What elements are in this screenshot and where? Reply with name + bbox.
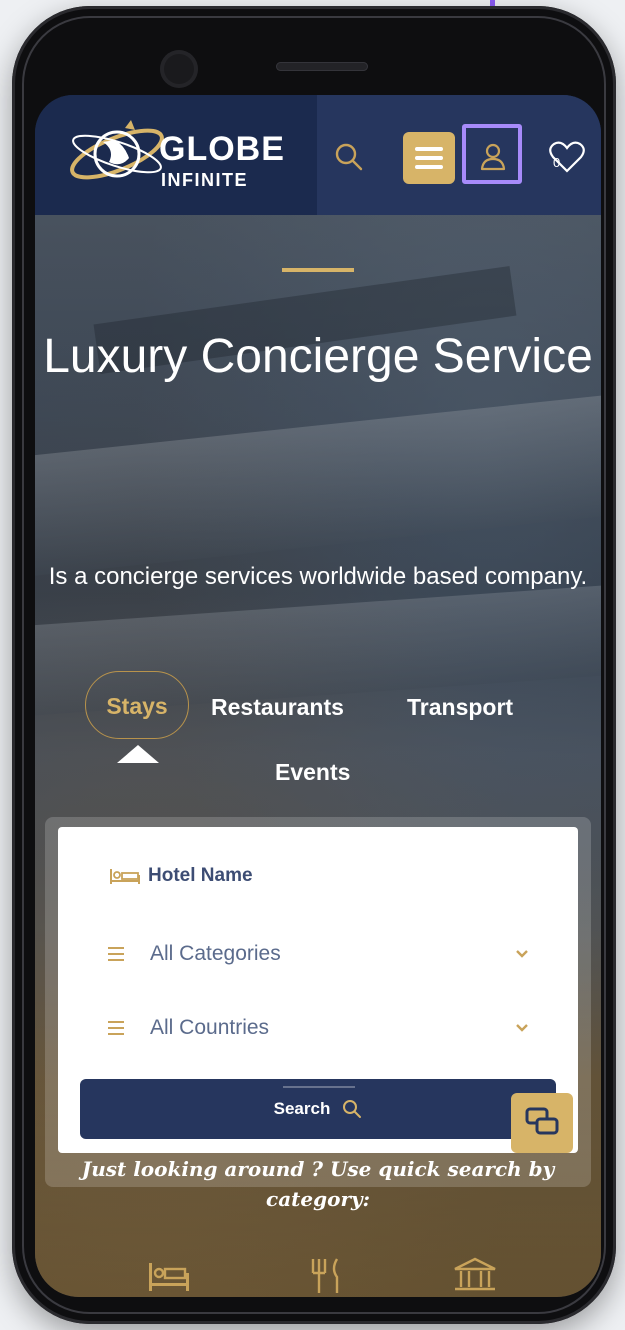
hotel-name-field[interactable]: Hotel Name [108, 861, 253, 891]
category-select[interactable]: All Categories [108, 939, 528, 969]
search-button[interactable]: Search [80, 1079, 556, 1139]
list-icon [108, 947, 124, 961]
country-select[interactable]: All Countries [108, 1013, 528, 1043]
country-select-value: All Countries [150, 1016, 270, 1039]
quick-search-prompt: Just looking around ? Use quick search b… [81, 1157, 555, 1211]
front-camera [160, 50, 198, 88]
hero-section: Luxury Concierge Service Is a concierge … [35, 215, 601, 1297]
menu-bar [415, 147, 443, 151]
hero-subtitle: Is a concierge services worldwide based … [48, 563, 588, 590]
search-icon [343, 1100, 362, 1118]
list-icon [108, 1021, 124, 1035]
chevron-down-icon [516, 1024, 528, 1032]
bed-icon[interactable] [145, 1255, 193, 1295]
restaurant-icon[interactable] [303, 1255, 351, 1295]
section-divider [283, 1086, 355, 1088]
hamburger-menu-button[interactable] [403, 132, 455, 184]
brand-logo[interactable]: GLOBE INFINITE [65, 110, 295, 200]
category-select-value: All Categories [150, 942, 281, 965]
title-accent-bar [282, 268, 354, 272]
active-tab-pointer [117, 745, 159, 763]
heart-icon[interactable]: 0 [547, 139, 587, 175]
brand-name-line2: INFINITE [161, 170, 248, 190]
bed-icon [110, 869, 140, 884]
menu-bar [415, 156, 443, 160]
hotel-name-label: Hotel Name [148, 865, 253, 886]
callout-highlight [462, 124, 522, 184]
tab-transport[interactable]: Transport [407, 687, 513, 727]
search-button-label: Search [273, 1099, 331, 1118]
tab-events[interactable]: Events [275, 755, 350, 789]
tab-stays[interactable]: Stays [85, 671, 189, 739]
hero-title: Luxury Concierge Service [43, 330, 593, 383]
landmark-icon[interactable] [451, 1255, 499, 1295]
chat-button[interactable] [511, 1093, 573, 1153]
brand-name-line1: GLOBE [159, 130, 285, 168]
search-icon[interactable] [331, 139, 367, 175]
search-card: Hotel Name All Categories All Countries … [58, 827, 578, 1153]
chevron-down-icon [516, 950, 528, 958]
chat-icon [525, 1107, 559, 1135]
earpiece-speaker [276, 62, 368, 71]
wishlist-count: 0 [553, 155, 560, 170]
tab-restaurants[interactable]: Restaurants [211, 687, 344, 727]
app-screen: GLOBE INFINITE 0 Luxury Concierge Servic… [35, 95, 601, 1297]
category-tabs: Stays Restaurants Transport [35, 671, 601, 739]
menu-bar [415, 165, 443, 169]
